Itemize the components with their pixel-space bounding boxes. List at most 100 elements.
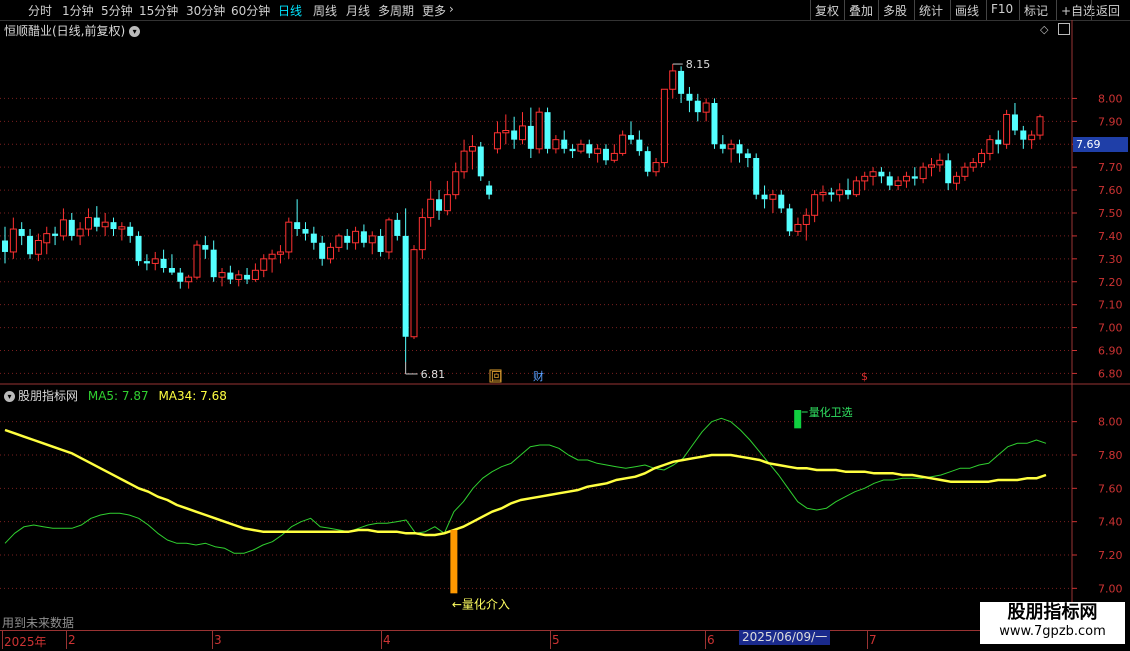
candle <box>34 233 42 262</box>
candle <box>268 249 276 273</box>
toolbar-button-6[interactable]: 标记 <box>1024 2 1048 19</box>
candle <box>177 268 184 289</box>
candle-body <box>344 235 351 243</box>
candle <box>160 249 167 273</box>
candle-body <box>52 233 59 236</box>
candle-body <box>1 240 9 252</box>
cursor-date: 2025/06/09/一 <box>739 630 831 645</box>
event-marker-cai: 财 <box>533 369 544 383</box>
candle <box>694 93 701 122</box>
candle-body <box>836 189 844 196</box>
candle-body <box>619 134 627 154</box>
period-tab-1[interactable]: 1分钟 <box>62 2 94 19</box>
period-tab-10[interactable]: 更多 <box>422 2 446 19</box>
candle-body <box>285 221 293 253</box>
toolbar-button-2[interactable]: 多股 <box>883 2 907 19</box>
candle-body <box>761 194 768 200</box>
candle-body <box>986 139 994 154</box>
toolbar-button-8[interactable]: 返回 <box>1096 2 1120 19</box>
candle <box>586 139 593 158</box>
window-toggle-icon[interactable] <box>1058 23 1070 35</box>
y-tick-label: 7.20 <box>1098 276 1123 289</box>
candle-body <box>160 258 167 268</box>
indicator-y-tick-label: 8.00 <box>1098 416 1123 429</box>
toolbar-separator <box>1019 0 1020 20</box>
candlestick-chart[interactable]: 8.007.907.807.707.607.507.407.307.207.10… <box>0 20 1130 385</box>
date-label-1: 2 <box>68 633 76 647</box>
candle <box>861 171 869 191</box>
watermark-url: www.7gpzb.com <box>999 624 1106 639</box>
candle <box>594 144 602 163</box>
candle-body <box>861 175 869 182</box>
candle <box>202 235 209 259</box>
candle-body <box>260 258 268 271</box>
candle-body <box>127 226 134 236</box>
future-data-label: 用到未来数据 <box>2 616 75 630</box>
entry-signal-label: ←量化介入 <box>452 597 510 611</box>
candle-body <box>460 150 468 173</box>
candle-body <box>511 130 518 140</box>
candle-body <box>227 272 234 280</box>
toolbar-button-5[interactable]: F10 <box>991 2 1013 16</box>
candle-body <box>118 226 126 230</box>
candle <box>352 226 360 250</box>
candle <box>911 167 918 186</box>
candle-body <box>244 274 251 280</box>
candle <box>836 183 844 202</box>
toolbar-button-1[interactable]: 叠加 <box>849 2 873 19</box>
candle-body <box>302 229 309 234</box>
candle-body <box>9 228 17 253</box>
candle-body <box>218 272 226 278</box>
candle <box>602 144 609 165</box>
chevron-right-icon[interactable]: › <box>449 2 454 16</box>
period-tab-2[interactable]: 5分钟 <box>101 2 133 19</box>
period-tab-3[interactable]: 15分钟 <box>139 2 178 19</box>
candle <box>368 231 376 255</box>
candle <box>886 171 893 191</box>
y-tick-label: 7.70 <box>1098 161 1123 174</box>
y-tick-label: 6.90 <box>1098 345 1123 358</box>
candle <box>319 235 326 266</box>
diamond-icon[interactable]: ◇ <box>1040 23 1048 36</box>
candle <box>1028 130 1036 149</box>
candle-body <box>886 176 893 186</box>
candle-body <box>268 253 276 260</box>
candle <box>93 206 100 232</box>
candle <box>110 217 117 236</box>
candle-body <box>518 125 527 141</box>
candle-body <box>995 139 1002 145</box>
candle <box>468 135 476 170</box>
candle <box>76 222 84 246</box>
period-tab-9[interactable]: 多周期 <box>378 2 414 19</box>
candle <box>168 254 175 275</box>
candle <box>1003 109 1011 149</box>
period-tab-6[interactable]: 日线 <box>278 2 302 19</box>
candle-body <box>869 171 877 177</box>
period-tab-4[interactable]: 30分钟 <box>186 2 225 19</box>
candle-body <box>151 258 159 264</box>
period-tab-5[interactable]: 60分钟 <box>231 2 270 19</box>
candle <box>610 144 618 163</box>
indicator-chart[interactable]: 8.00 7.80 7.60 7.40 7.20 7.00 ←量化介入 量化卫选 <box>0 385 1130 630</box>
period-tab-8[interactable]: 月线 <box>346 2 370 19</box>
candle-body <box>852 180 860 196</box>
toolbar-button-4[interactable]: 画线 <box>955 2 979 19</box>
candle-body <box>902 175 910 182</box>
period-tab-0[interactable]: 分时 <box>28 2 52 19</box>
candle-body <box>927 164 935 168</box>
candle-body <box>819 191 827 196</box>
candle-body <box>744 153 751 158</box>
toolbar-button-0[interactable]: 复权 <box>815 2 839 19</box>
candle-body <box>452 171 460 196</box>
candle-body <box>719 144 726 149</box>
toolbar-button-7[interactable]: +自选 <box>1061 2 1095 19</box>
period-tab-7[interactable]: 周线 <box>313 2 337 19</box>
toolbar-button-3[interactable]: 统计 <box>919 2 943 19</box>
candle-body <box>84 217 92 230</box>
y-tick-label: 7.40 <box>1098 230 1123 243</box>
date-label-3: 4 <box>383 633 391 647</box>
candle <box>945 153 952 191</box>
watermark-title: 股朋指标网 <box>1007 602 1098 623</box>
candle-body <box>368 235 376 244</box>
candle-body <box>135 235 142 262</box>
